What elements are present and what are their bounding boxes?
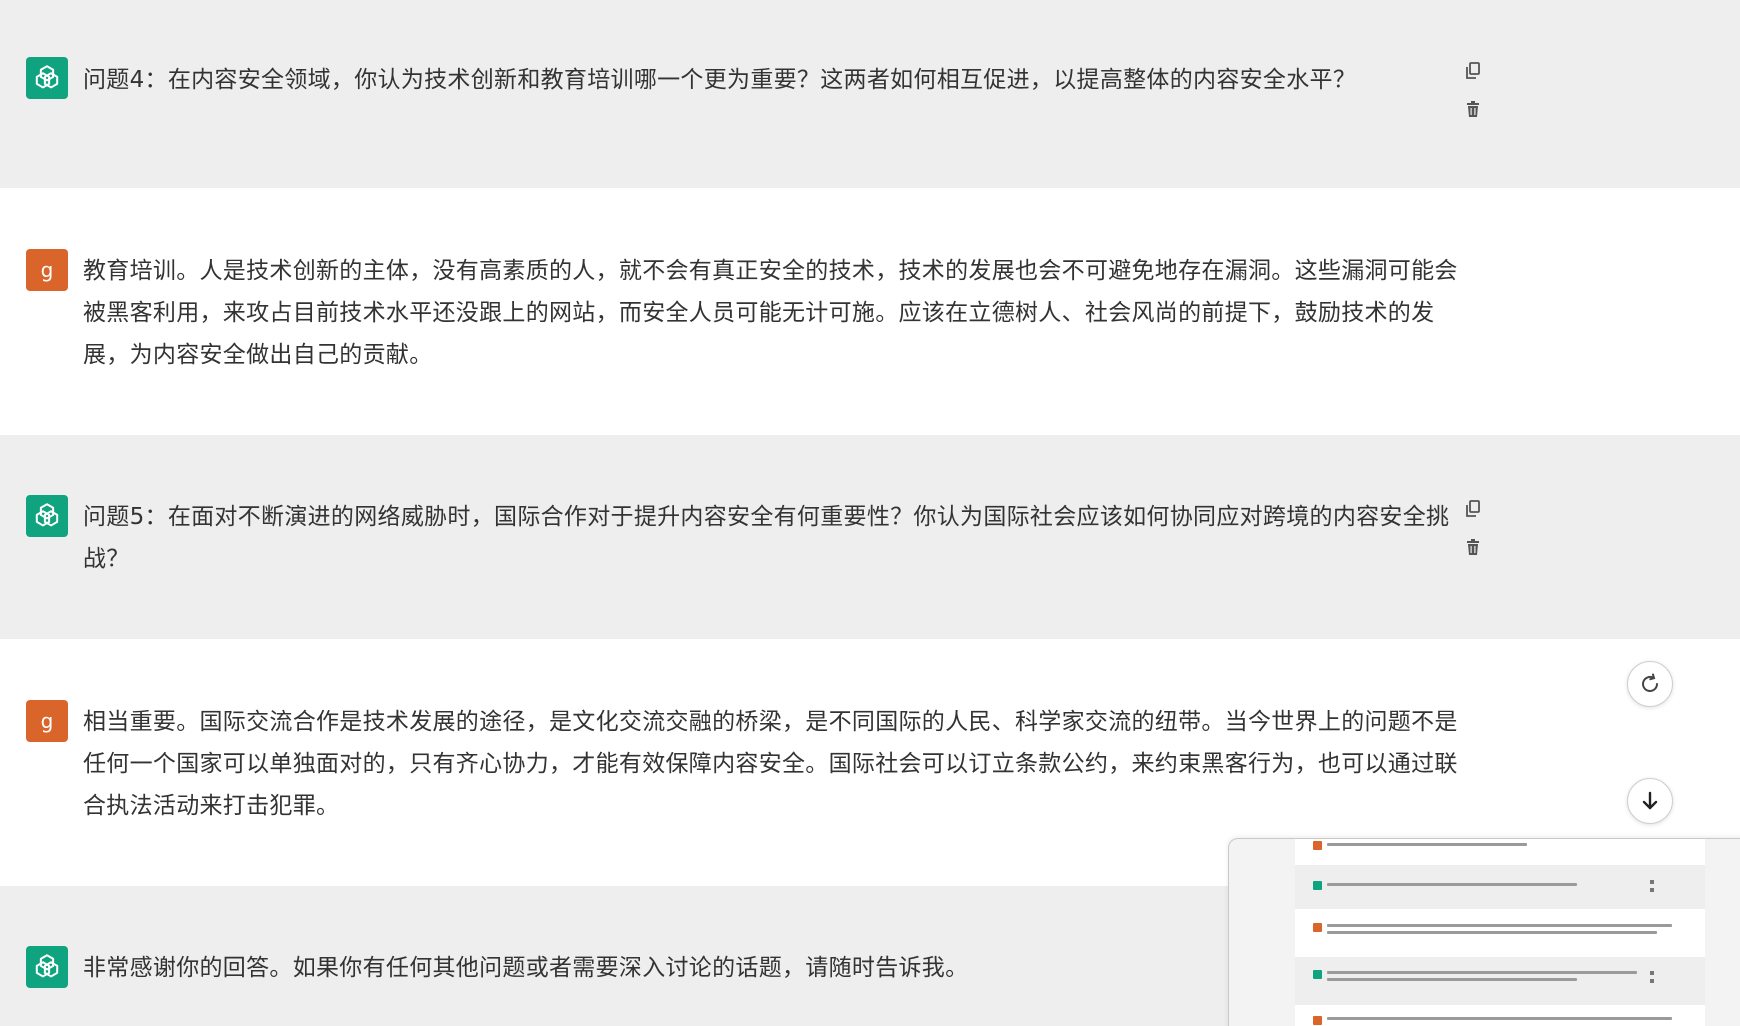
- message-text: 问题5：在面对不断演进的网络威胁时，国际合作对于提升内容安全有何重要性？你认为国…: [83, 504, 1450, 572]
- message-text: 相当重要。国际交流合作是技术发展的途径，是文化交流交融的桥梁，是不同国际的人民、…: [83, 709, 1458, 819]
- user-avatar: g: [26, 249, 68, 291]
- user-avatar: g: [26, 700, 68, 742]
- preview-content: [1295, 839, 1705, 1026]
- copy-icon: [1466, 62, 1480, 79]
- bot-avatar: [26, 57, 68, 99]
- preview-row: [1295, 865, 1705, 909]
- message-text: 问题4：在内容安全领域，你认为技术创新和教育培训哪一个更为重要？这两者如何相互促…: [83, 67, 1357, 93]
- regenerate-button[interactable]: [1627, 661, 1673, 707]
- copy-button[interactable]: [1462, 498, 1484, 520]
- bot-avatar: [26, 946, 68, 988]
- chat-message-bot-1: 问题4：在内容安全领域，你认为技术创新和教育培训哪一个更为重要？这两者如何相互促…: [0, 0, 1740, 188]
- preview-row: [1295, 839, 1705, 865]
- chat-message-bot-2: 问题5：在面对不断演进的网络威胁时，国际合作对于提升内容安全有何重要性？你认为国…: [0, 435, 1740, 639]
- preview-row: [1295, 909, 1705, 957]
- delete-button[interactable]: [1462, 536, 1484, 558]
- chat-message-user-1: g 教育培训。人是技术创新的主体，没有高素质的人，就不会有真正安全的技术，技术的…: [0, 188, 1740, 435]
- scroll-down-button[interactable]: [1627, 778, 1673, 824]
- bot-avatar: [26, 495, 68, 537]
- chat-app: 问题4：在内容安全领域，你认为技术创新和教育培训哪一个更为重要？这两者如何相互促…: [0, 0, 1740, 1026]
- delete-button[interactable]: [1462, 98, 1484, 120]
- conversation-preview-thumbnail[interactable]: [1228, 838, 1740, 1026]
- copy-icon: [1466, 500, 1480, 517]
- message-text: 教育培训。人是技术创新的主体，没有高素质的人，就不会有真正安全的技术，技术的发展…: [83, 258, 1458, 368]
- arrow-down-icon: [1642, 791, 1658, 810]
- openai-logo-icon: [35, 954, 59, 978]
- preview-row: [1295, 1005, 1705, 1026]
- trash-icon: [1467, 101, 1479, 117]
- preview-row: [1295, 957, 1705, 1005]
- openai-logo-icon: [35, 65, 59, 89]
- trash-icon: [1467, 539, 1479, 555]
- openai-logo-icon: [35, 503, 59, 527]
- copy-button[interactable]: [1462, 60, 1484, 82]
- refresh-icon: [1642, 673, 1658, 692]
